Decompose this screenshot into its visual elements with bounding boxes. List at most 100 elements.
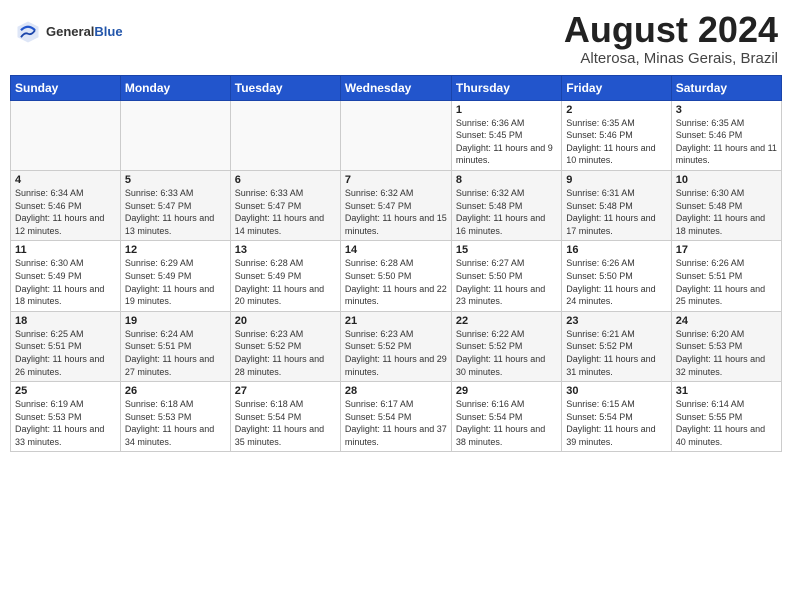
day-number: 12 [125,244,226,256]
calendar-cell [230,100,340,170]
calendar-cell: 27Sunrise: 6:18 AM Sunset: 5:54 PM Dayli… [230,382,340,452]
day-info: Sunrise: 6:25 AM Sunset: 5:51 PM Dayligh… [15,328,116,378]
day-number: 4 [15,174,116,186]
day-info: Sunrise: 6:36 AM Sunset: 5:45 PM Dayligh… [456,117,557,167]
day-info: Sunrise: 6:15 AM Sunset: 5:54 PM Dayligh… [566,398,666,448]
calendar-cell [120,100,230,170]
header-thursday: Thursday [451,75,561,100]
calendar-cell: 22Sunrise: 6:22 AM Sunset: 5:52 PM Dayli… [451,311,561,381]
day-info: Sunrise: 6:21 AM Sunset: 5:52 PM Dayligh… [566,328,666,378]
day-number: 10 [676,174,777,186]
calendar-cell: 13Sunrise: 6:28 AM Sunset: 5:49 PM Dayli… [230,241,340,311]
logo-general: General [46,24,94,39]
day-number: 19 [125,315,226,327]
month-year: August 2024 [564,10,778,50]
calendar-cell: 15Sunrise: 6:27 AM Sunset: 5:50 PM Dayli… [451,241,561,311]
day-info: Sunrise: 6:23 AM Sunset: 5:52 PM Dayligh… [345,328,447,378]
day-number: 27 [235,385,336,397]
calendar-table: SundayMondayTuesdayWednesdayThursdayFrid… [10,75,782,453]
calendar-cell: 28Sunrise: 6:17 AM Sunset: 5:54 PM Dayli… [340,382,451,452]
day-number: 31 [676,385,777,397]
calendar-cell: 10Sunrise: 6:30 AM Sunset: 5:48 PM Dayli… [671,170,781,240]
day-info: Sunrise: 6:26 AM Sunset: 5:51 PM Dayligh… [676,257,777,307]
day-info: Sunrise: 6:17 AM Sunset: 5:54 PM Dayligh… [345,398,447,448]
calendar-cell [340,100,451,170]
calendar-cell: 8Sunrise: 6:32 AM Sunset: 5:48 PM Daylig… [451,170,561,240]
day-number: 28 [345,385,447,397]
day-info: Sunrise: 6:28 AM Sunset: 5:49 PM Dayligh… [235,257,336,307]
calendar-cell: 9Sunrise: 6:31 AM Sunset: 5:48 PM Daylig… [562,170,671,240]
day-info: Sunrise: 6:16 AM Sunset: 5:54 PM Dayligh… [456,398,557,448]
calendar-cell: 6Sunrise: 6:33 AM Sunset: 5:47 PM Daylig… [230,170,340,240]
day-number: 23 [566,315,666,327]
day-info: Sunrise: 6:33 AM Sunset: 5:47 PM Dayligh… [235,187,336,237]
day-number: 6 [235,174,336,186]
day-number: 3 [676,104,777,116]
day-info: Sunrise: 6:31 AM Sunset: 5:48 PM Dayligh… [566,187,666,237]
day-info: Sunrise: 6:14 AM Sunset: 5:55 PM Dayligh… [676,398,777,448]
day-info: Sunrise: 6:24 AM Sunset: 5:51 PM Dayligh… [125,328,226,378]
page-header: GeneralBlue August 2024 Alterosa, Minas … [10,10,782,67]
day-number: 13 [235,244,336,256]
calendar-cell: 7Sunrise: 6:32 AM Sunset: 5:47 PM Daylig… [340,170,451,240]
day-info: Sunrise: 6:35 AM Sunset: 5:46 PM Dayligh… [676,117,777,167]
calendar-cell: 2Sunrise: 6:35 AM Sunset: 5:46 PM Daylig… [562,100,671,170]
calendar-cell: 29Sunrise: 6:16 AM Sunset: 5:54 PM Dayli… [451,382,561,452]
calendar-cell: 12Sunrise: 6:29 AM Sunset: 5:49 PM Dayli… [120,241,230,311]
calendar-cell: 30Sunrise: 6:15 AM Sunset: 5:54 PM Dayli… [562,382,671,452]
calendar-cell: 14Sunrise: 6:28 AM Sunset: 5:50 PM Dayli… [340,241,451,311]
calendar-cell: 1Sunrise: 6:36 AM Sunset: 5:45 PM Daylig… [451,100,561,170]
calendar-week-5: 25Sunrise: 6:19 AM Sunset: 5:53 PM Dayli… [11,382,782,452]
header-sunday: Sunday [11,75,121,100]
day-info: Sunrise: 6:30 AM Sunset: 5:48 PM Dayligh… [676,187,777,237]
day-number: 11 [15,244,116,256]
day-info: Sunrise: 6:23 AM Sunset: 5:52 PM Dayligh… [235,328,336,378]
day-number: 29 [456,385,557,397]
calendar-cell [11,100,121,170]
day-info: Sunrise: 6:18 AM Sunset: 5:53 PM Dayligh… [125,398,226,448]
day-info: Sunrise: 6:26 AM Sunset: 5:50 PM Dayligh… [566,257,666,307]
day-info: Sunrise: 6:32 AM Sunset: 5:48 PM Dayligh… [456,187,557,237]
logo-text: GeneralBlue [46,24,123,40]
day-number: 15 [456,244,557,256]
calendar-cell: 25Sunrise: 6:19 AM Sunset: 5:53 PM Dayli… [11,382,121,452]
calendar-cell: 5Sunrise: 6:33 AM Sunset: 5:47 PM Daylig… [120,170,230,240]
calendar-cell: 16Sunrise: 6:26 AM Sunset: 5:50 PM Dayli… [562,241,671,311]
day-info: Sunrise: 6:30 AM Sunset: 5:49 PM Dayligh… [15,257,116,307]
header-monday: Monday [120,75,230,100]
calendar-cell: 21Sunrise: 6:23 AM Sunset: 5:52 PM Dayli… [340,311,451,381]
day-number: 17 [676,244,777,256]
day-number: 30 [566,385,666,397]
day-number: 8 [456,174,557,186]
day-number: 26 [125,385,226,397]
day-number: 16 [566,244,666,256]
day-info: Sunrise: 6:20 AM Sunset: 5:53 PM Dayligh… [676,328,777,378]
logo-icon [14,18,42,46]
day-info: Sunrise: 6:18 AM Sunset: 5:54 PM Dayligh… [235,398,336,448]
day-number: 18 [15,315,116,327]
day-number: 9 [566,174,666,186]
day-number: 21 [345,315,447,327]
header-tuesday: Tuesday [230,75,340,100]
calendar-week-4: 18Sunrise: 6:25 AM Sunset: 5:51 PM Dayli… [11,311,782,381]
day-info: Sunrise: 6:34 AM Sunset: 5:46 PM Dayligh… [15,187,116,237]
day-info: Sunrise: 6:28 AM Sunset: 5:50 PM Dayligh… [345,257,447,307]
calendar-cell: 23Sunrise: 6:21 AM Sunset: 5:52 PM Dayli… [562,311,671,381]
day-number: 22 [456,315,557,327]
day-number: 1 [456,104,557,116]
calendar-cell: 17Sunrise: 6:26 AM Sunset: 5:51 PM Dayli… [671,241,781,311]
calendar-week-2: 4Sunrise: 6:34 AM Sunset: 5:46 PM Daylig… [11,170,782,240]
day-number: 5 [125,174,226,186]
calendar-cell: 19Sunrise: 6:24 AM Sunset: 5:51 PM Dayli… [120,311,230,381]
day-number: 20 [235,315,336,327]
day-info: Sunrise: 6:29 AM Sunset: 5:49 PM Dayligh… [125,257,226,307]
calendar-cell: 26Sunrise: 6:18 AM Sunset: 5:53 PM Dayli… [120,382,230,452]
day-number: 24 [676,315,777,327]
day-number: 25 [15,385,116,397]
calendar-cell: 18Sunrise: 6:25 AM Sunset: 5:51 PM Dayli… [11,311,121,381]
calendar-week-1: 1Sunrise: 6:36 AM Sunset: 5:45 PM Daylig… [11,100,782,170]
day-info: Sunrise: 6:27 AM Sunset: 5:50 PM Dayligh… [456,257,557,307]
day-number: 7 [345,174,447,186]
header-saturday: Saturday [671,75,781,100]
location: Alterosa, Minas Gerais, Brazil [564,50,778,67]
